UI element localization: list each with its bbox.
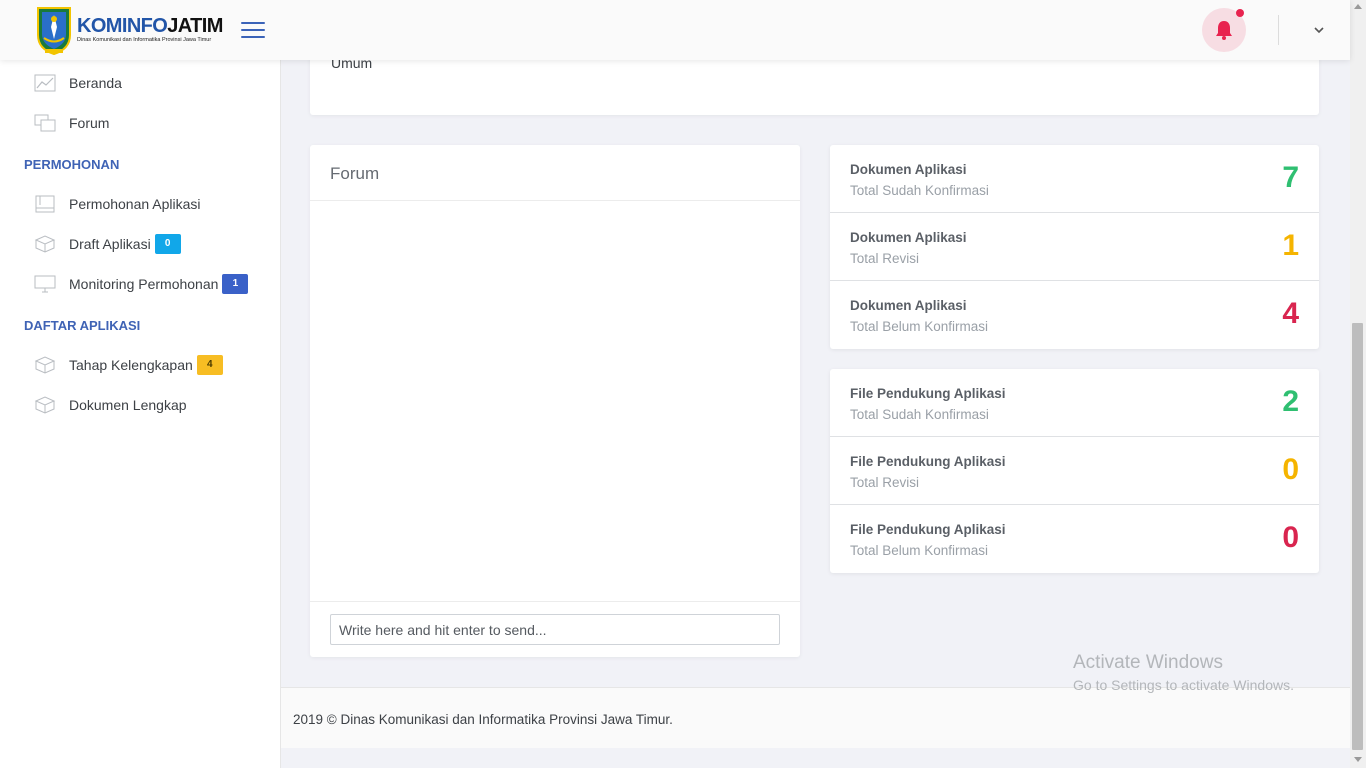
package-icon: [34, 396, 56, 414]
brand-suffix: JATIM: [167, 15, 223, 38]
sidebar-item-tahap-kelengkapan[interactable]: Tahap Kelengkapan 4: [34, 352, 223, 378]
brand-name: KOMINFOJATIM: [77, 16, 223, 36]
sidebar-item-draft-aplikasi[interactable]: Draft Aplikasi 0: [34, 231, 181, 257]
stat-row: Dokumen Aplikasi Total Revisi 1: [830, 213, 1319, 281]
scrollbar-thumb[interactable]: [1352, 323, 1363, 750]
stat-value: 7: [1282, 161, 1299, 194]
stat-value: 0: [1282, 453, 1299, 486]
scroll-down-arrow-icon[interactable]: [1354, 757, 1362, 762]
stat-title: Dokumen Aplikasi: [850, 162, 967, 177]
sidebar-item-label: Forum: [69, 115, 110, 131]
top-navbar: KOMINFOJATIM Dinas Komunikasi dan Inform…: [0, 0, 1350, 60]
sidebar-item-beranda[interactable]: Beranda: [34, 70, 122, 96]
chevron-down-icon[interactable]: [1312, 23, 1326, 37]
chat-bubbles-icon: [34, 114, 56, 132]
section-heading-permohonan: PERMOHONAN: [24, 157, 120, 172]
sidebar-item-label: Monitoring Permohonan: [69, 276, 219, 292]
brand-subtitle: Dinas Komunikasi dan Informatika Provins…: [77, 37, 212, 44]
sidebar-item-permohonan-aplikasi[interactable]: Permohonan Aplikasi: [34, 191, 201, 217]
notebook-icon: [34, 195, 56, 213]
notification-button[interactable]: [1202, 8, 1246, 52]
header-divider: [1278, 15, 1279, 45]
sidebar-item-label: Dokumen Lengkap: [69, 397, 187, 413]
stat-subtitle: Total Revisi: [850, 475, 920, 490]
forum-message-input[interactable]: [330, 614, 780, 645]
sidebar-item-label: Tahap Kelengkapan: [69, 357, 193, 373]
dokumen-stats-card: Dokumen Aplikasi Total Sudah Konfirmasi …: [830, 145, 1319, 349]
hamburger-icon[interactable]: [240, 22, 265, 38]
sidebar-item-label: Draft Aplikasi: [69, 236, 151, 252]
stat-subtitle: Total Revisi: [850, 251, 920, 266]
stat-subtitle: Total Belum Konfirmasi: [850, 543, 989, 558]
stat-subtitle: Total Belum Konfirmasi: [850, 319, 989, 334]
notification-dot: [1236, 9, 1244, 17]
stat-row: Dokumen Aplikasi Total Sudah Konfirmasi …: [830, 145, 1319, 213]
footer-copyright: 2019 © Dinas Komunikasi dan Informatika …: [293, 712, 673, 727]
stat-title: File Pendukung Aplikasi: [850, 386, 1006, 401]
sidebar-item-label: Permohonan Aplikasi: [69, 196, 201, 212]
stat-subtitle: Total Sudah Konfirmasi: [850, 183, 989, 198]
forum-card: Forum: [310, 145, 800, 657]
sidebar: Beranda Forum PERMOHONAN Permohonan Apli…: [0, 60, 281, 768]
vertical-scrollbar[interactable]: [1350, 0, 1366, 768]
draft-count-badge: 0: [154, 234, 181, 254]
stat-title: File Pendukung Aplikasi: [850, 522, 1006, 537]
sidebar-item-dokumen-lengkap[interactable]: Dokumen Lengkap: [34, 392, 187, 418]
forum-title: Forum: [330, 164, 380, 183]
page-footer: 2019 © Dinas Komunikasi dan Informatika …: [281, 687, 1350, 748]
stat-value: 1: [1282, 229, 1299, 262]
stat-title: File Pendukung Aplikasi: [850, 454, 1006, 469]
monitor-icon: [34, 275, 56, 293]
stat-row: File Pendukung Aplikasi Total Sudah Konf…: [830, 369, 1319, 437]
stat-title: Dokumen Aplikasi: [850, 298, 967, 313]
sidebar-item-forum[interactable]: Forum: [34, 110, 109, 136]
package-icon: [34, 356, 56, 374]
stat-subtitle: Total Sudah Konfirmasi: [850, 407, 989, 422]
activate-windows-subtitle: Go to Settings to activate Windows.: [1073, 677, 1294, 693]
forum-divider: [310, 601, 800, 602]
stat-row: File Pendukung Aplikasi Total Revisi 0: [830, 437, 1319, 505]
section-heading-daftar-aplikasi: DAFTAR APLIKASI: [24, 318, 141, 333]
kelengkapan-count-badge: 4: [196, 355, 223, 375]
chart-line-icon: [34, 74, 56, 92]
bell-icon: [1216, 21, 1232, 40]
stat-value: 0: [1282, 521, 1299, 554]
package-icon: [34, 235, 56, 253]
sidebar-item-monitoring-permohonan[interactable]: Monitoring Permohonan 1: [34, 271, 249, 297]
stat-title: Dokumen Aplikasi: [850, 230, 967, 245]
file-pendukung-stats-card: File Pendukung Aplikasi Total Sudah Konf…: [830, 369, 1319, 573]
brand-prefix: KOMINFO: [77, 15, 168, 38]
activate-windows-title: Activate Windows: [1073, 652, 1223, 673]
monitoring-count-badge: 1: [222, 274, 249, 294]
stat-row: File Pendukung Aplikasi Total Belum Konf…: [830, 505, 1319, 573]
forum-divider: [310, 200, 800, 201]
stat-value: 2: [1282, 385, 1299, 418]
stat-row: Dokumen Aplikasi Total Belum Konfirmasi …: [830, 281, 1319, 349]
sidebar-item-label: Beranda: [69, 75, 122, 91]
stat-value: 4: [1282, 297, 1299, 330]
brand-logo[interactable]: KOMINFOJATIM Dinas Komunikasi dan Inform…: [35, 5, 265, 55]
jatim-crest-icon: [37, 7, 71, 55]
scroll-up-arrow-icon[interactable]: [1354, 4, 1362, 9]
